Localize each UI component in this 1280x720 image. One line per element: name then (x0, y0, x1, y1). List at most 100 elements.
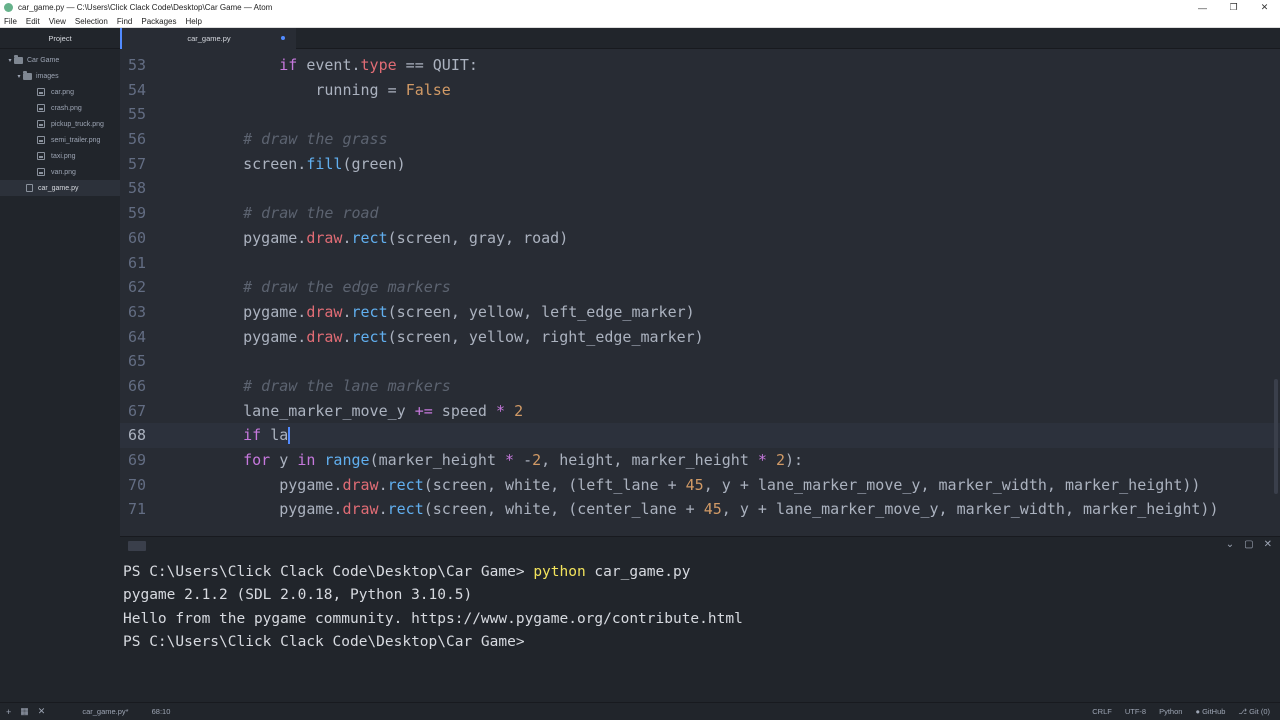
menu-packages[interactable]: Packages (137, 17, 181, 26)
code-line: 70 pygame.draw.rect(screen, white, (left… (120, 473, 1280, 498)
code-line: 53 if event.type == QUIT: (120, 53, 1280, 78)
code-line: 54 running = False (120, 78, 1280, 103)
tree-root-label: Car Game (27, 56, 60, 64)
code-line: 62 # draw the edge markers (120, 275, 1280, 300)
line-number: 68 (127, 426, 146, 444)
status-cursor-position[interactable]: 68:10 (152, 707, 171, 716)
line-number: 56 (127, 130, 146, 148)
chevron-down-icon[interactable]: ⌄ (1226, 539, 1234, 550)
status-line-ending[interactable]: CRLF (1092, 707, 1112, 716)
menu-file[interactable]: File (0, 17, 22, 26)
title-bar: car_game.py — C:\Users\Click Clack Code\… (0, 0, 1280, 15)
text-cursor (288, 427, 291, 444)
git-branch-icon: ⎇ (1238, 707, 1248, 716)
add-icon[interactable]: + (6, 707, 11, 717)
terminal-line: Hello from the pygame community. https:/… (123, 610, 743, 627)
code-line: 61 (120, 251, 1280, 276)
terminal-line: pygame 2.1.2 (SDL 2.0.18, Python 3.10.5) (123, 587, 473, 604)
terminal-command: python (533, 564, 586, 580)
code-line: 64 pygame.draw.rect(screen, yellow, righ… (120, 325, 1280, 350)
minimize-icon[interactable]: — (1187, 0, 1218, 15)
tree-file-van-png[interactable]: van.png (0, 164, 120, 180)
line-number: 71 (127, 500, 146, 518)
tree-file-label: car_game.py (38, 184, 79, 192)
tab-car-game-py[interactable]: car_game.py (120, 28, 296, 49)
tree-file-car-png[interactable]: car.png (0, 84, 120, 100)
atom-window: car_game.py — C:\Users\Click Clack Code\… (0, 0, 1280, 720)
code-line: 66 # draw the lane markers (120, 374, 1280, 399)
github-icon: ● (1195, 707, 1200, 716)
menu-view[interactable]: View (45, 17, 71, 26)
terminal-panel[interactable]: PS C:\Users\Click Clack Code\Desktop\Car… (120, 554, 1280, 702)
code-line: 69 for y in range(marker_height * -2, he… (120, 448, 1280, 473)
code-line: 65 (120, 349, 1280, 374)
folder-icon (14, 54, 23, 64)
terminal-line: PS C:\Users\Click Clack Code\Desktop\Car… (123, 561, 1280, 584)
close-icon[interactable]: ✕ (1249, 0, 1280, 15)
line-number: 53 (127, 56, 146, 74)
code-line: 67 lane_marker_move_y += speed * 2 (120, 399, 1280, 424)
menu-edit[interactable]: Edit (22, 17, 45, 26)
code-line: 55 (120, 102, 1280, 127)
status-file-name[interactable]: car_game.py* (82, 707, 128, 716)
code-line: 56 # draw the grass (120, 127, 1280, 152)
image-file-icon (37, 88, 45, 96)
line-number: 65 (127, 352, 146, 370)
status-encoding[interactable]: UTF-8 (1125, 707, 1146, 716)
git-label: Git (0) (1249, 707, 1270, 716)
terminal-prompt: PS C:\Users\Click Clack Code\Desktop\Car… (123, 564, 525, 580)
line-number: 61 (127, 254, 146, 272)
code-line: 57 screen.fill(green) (120, 152, 1280, 177)
code-line: 59 # draw the road (120, 201, 1280, 226)
line-number: 55 (127, 105, 146, 123)
tree-file-pickup-truck-png[interactable]: pickup_truck.png (0, 116, 120, 132)
image-file-icon (37, 136, 45, 144)
terminal-toolbar: ⌄ ▢ ✕ (120, 536, 1280, 554)
project-header[interactable]: Project (0, 28, 120, 49)
diff-icon[interactable]: ▦ (20, 706, 29, 717)
line-number: 66 (127, 377, 146, 395)
menu-bar: File Edit View Selection Find Packages H… (0, 15, 1280, 28)
close-icon[interactable]: ✕ (38, 706, 46, 717)
tree-file-label: car.png (51, 88, 74, 96)
tree-file-car-game-py[interactable]: car_game.py (0, 180, 120, 196)
atom-logo-icon (4, 3, 13, 12)
status-github[interactable]: ● GitHub (1195, 707, 1225, 716)
close-icon[interactable]: ✕ (1264, 539, 1272, 550)
editor-scrollbar[interactable] (1274, 379, 1278, 494)
status-git[interactable]: ⎇ Git (0) (1238, 707, 1270, 716)
file-icon (26, 184, 33, 192)
line-number: 57 (127, 155, 146, 173)
code-line: 58 (120, 176, 1280, 201)
tab-bar: car_game.py (120, 28, 1280, 49)
maximize-icon[interactable]: ▢ (1244, 539, 1253, 550)
line-number: 58 (127, 179, 146, 197)
code-line: 71 pygame.draw.rect(screen, white, (cent… (120, 497, 1280, 522)
restore-icon[interactable]: ❐ (1218, 0, 1249, 15)
menu-selection[interactable]: Selection (71, 17, 113, 26)
menu-help[interactable]: Help (182, 17, 207, 26)
modified-indicator-icon[interactable] (281, 36, 285, 40)
menu-find[interactable]: Find (113, 17, 138, 26)
status-left: + ▦ ✕ car_game.py* 68:10 (0, 706, 170, 717)
tree-file-taxi-png[interactable]: taxi.png (0, 148, 120, 164)
status-right: CRLF UTF-8 Python ● GitHub ⎇ Git (0) (1092, 707, 1280, 716)
code-line-current: 68 if la (120, 423, 1280, 448)
tree-file-crash-png[interactable]: crash.png (0, 100, 120, 116)
terminal-tab-icon[interactable] (128, 541, 146, 551)
line-number: 64 (127, 328, 146, 346)
tree-folder-images[interactable]: ▾ images (0, 68, 120, 84)
terminal-line: PS C:\Users\Click Clack Code\Desktop\Car… (123, 633, 525, 650)
tree-root-folder[interactable]: ▾ Car Game (0, 52, 120, 68)
line-number: 70 (127, 476, 146, 494)
folder-icon (23, 70, 32, 80)
window-controls: — ❐ ✕ (1187, 0, 1280, 15)
tree-file-semi-trailer-png[interactable]: semi_trailer.png (0, 132, 120, 148)
code-editor[interactable]: for event in pygame.event.get(): 53 if e… (120, 49, 1280, 528)
image-file-icon (37, 152, 45, 160)
tree-file-label: crash.png (51, 104, 82, 112)
tab-label: car_game.py (187, 34, 231, 43)
image-file-icon (37, 168, 45, 176)
status-grammar[interactable]: Python (1159, 707, 1182, 716)
image-file-icon (37, 120, 45, 128)
